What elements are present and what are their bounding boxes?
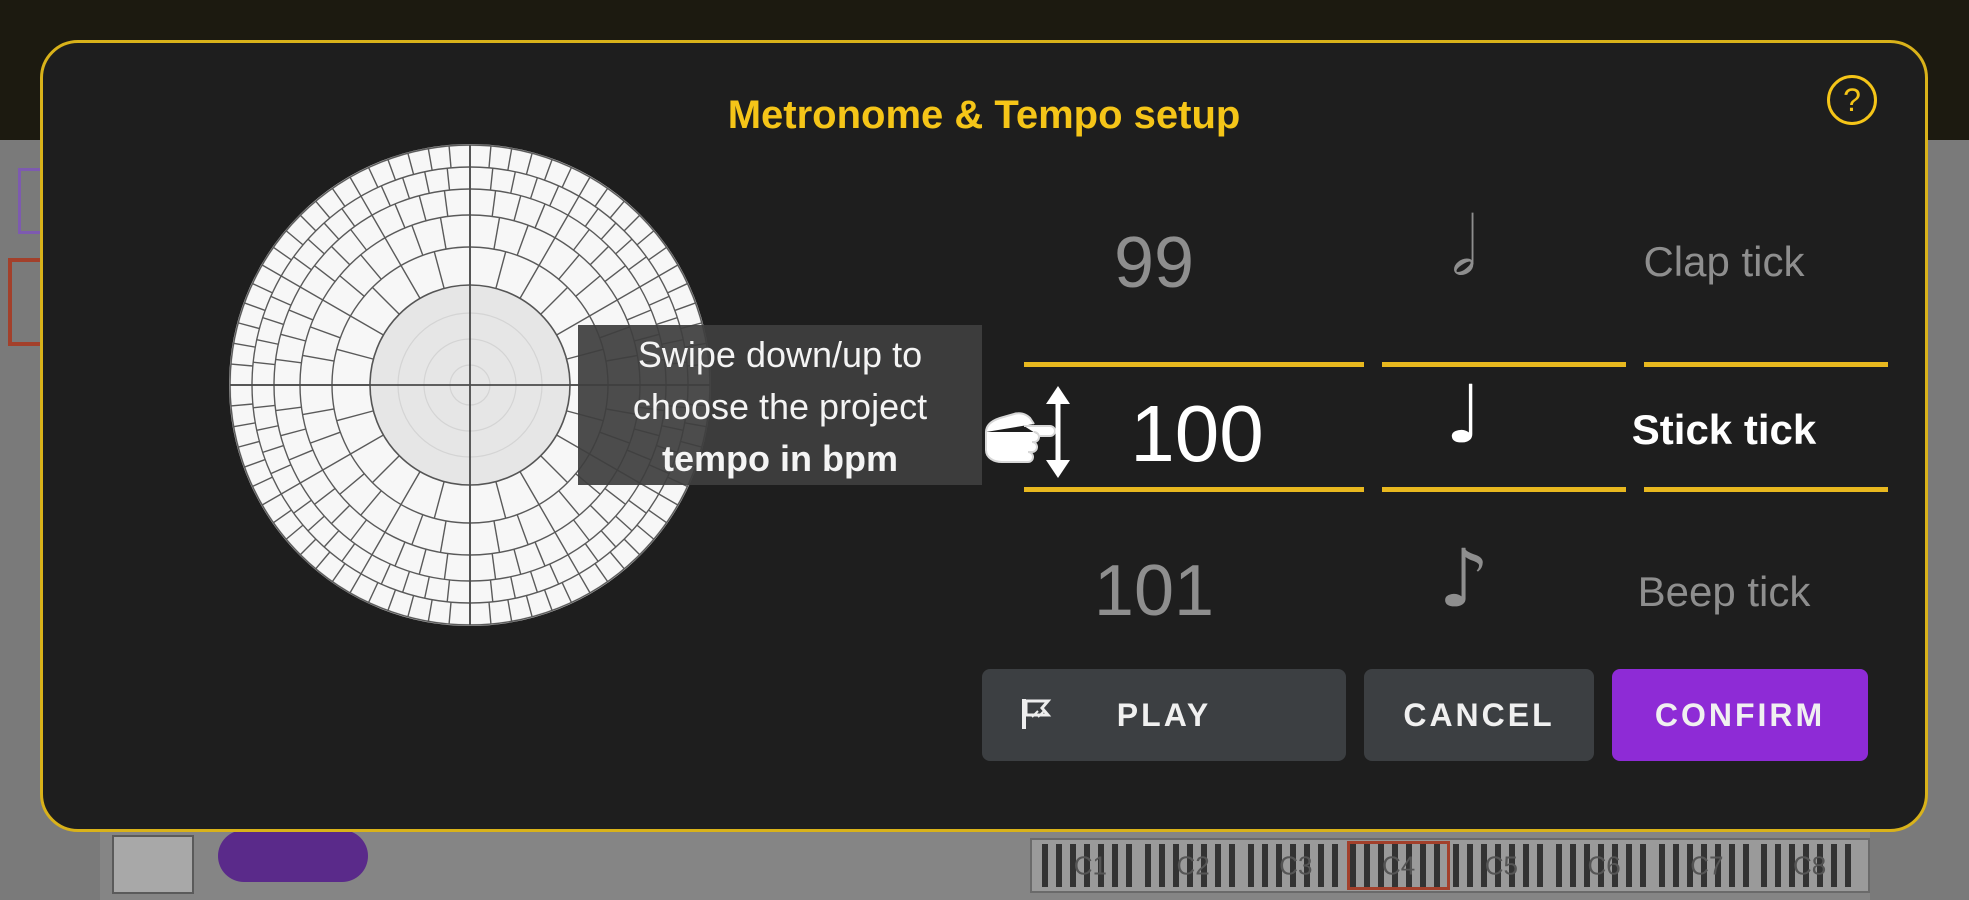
eighth-note-icon[interactable]: ♪ (1342, 532, 1586, 625)
tooltip-line-1: Swipe down/up to (637, 334, 923, 375)
play-button-label: PLAY (1116, 696, 1212, 733)
piano-octave-label: C4 (1382, 850, 1416, 880)
piano-octave: C8 (1761, 844, 1858, 887)
tempo-selection-line-top (1024, 362, 1364, 367)
tick-selection-line-top (1644, 362, 1888, 367)
metronome-flag-icon (1022, 699, 1052, 729)
tempo-next-value[interactable]: 101 (982, 550, 1326, 632)
swipe-hint-tooltip: Swipe down/up to choose the project temp… (578, 325, 982, 485)
piano-octave-label: C7 (1690, 850, 1724, 880)
piano-octave: C2 (1144, 844, 1242, 887)
background-side-control-2 (8, 258, 42, 346)
piano-octave: C1 (1042, 844, 1139, 887)
piano-octave-label: C6 (1587, 850, 1621, 880)
piano-octave: C5 (1453, 844, 1550, 887)
piano-octave-label: C8 (1793, 850, 1827, 880)
background-piano-keyboard: C1 C2 C3 C4 C5 C6 C7 C8 (1030, 838, 1870, 893)
cancel-button[interactable]: CANCEL (1364, 669, 1594, 761)
note-selection-line-bottom (1382, 487, 1626, 492)
help-icon[interactable]: ? (1827, 75, 1877, 125)
quarter-note-icon[interactable]: ♩ (1342, 368, 1586, 461)
tempo-selection-line-bottom (1024, 487, 1364, 492)
piano-octave-label: C3 (1279, 850, 1313, 880)
piano-octave-label: C2 (1176, 850, 1210, 880)
note-selection-line-top (1382, 362, 1626, 367)
dialog-title: Metronome & Tempo setup (727, 93, 1241, 137)
background-zoom-pill (218, 830, 368, 882)
piano-octave: C7 (1658, 844, 1756, 887)
piano-octave: C4 (1347, 841, 1450, 890)
tempo-selected-value[interactable]: 100 (1068, 388, 1326, 480)
half-note-icon[interactable]: 𝅗𝅥 (1342, 200, 1586, 294)
piano-octave-label: C1 (1073, 850, 1107, 880)
piano-octave: C6 (1555, 844, 1653, 887)
tick-sound-prev[interactable]: Clap tick (1602, 238, 1846, 286)
tooltip-line-2: choose the project (632, 386, 928, 427)
tick-sound-next[interactable]: Beep tick (1602, 568, 1846, 616)
piano-octave: C3 (1247, 844, 1345, 887)
background-note-box (112, 835, 194, 894)
tempo-prev-value[interactable]: 99 (982, 222, 1326, 304)
confirm-button-label: CONFIRM (1654, 696, 1826, 733)
confirm-button[interactable]: CONFIRM (1612, 669, 1868, 761)
cancel-button-label: CANCEL (1403, 696, 1555, 733)
tick-selection-line-bottom (1644, 487, 1888, 492)
tick-sound-selected[interactable]: Stick tick (1602, 406, 1846, 454)
piano-octave-label: C5 (1484, 850, 1518, 880)
tooltip-line-3: tempo in bpm (662, 438, 898, 479)
play-button[interactable]: PLAY (982, 669, 1346, 761)
